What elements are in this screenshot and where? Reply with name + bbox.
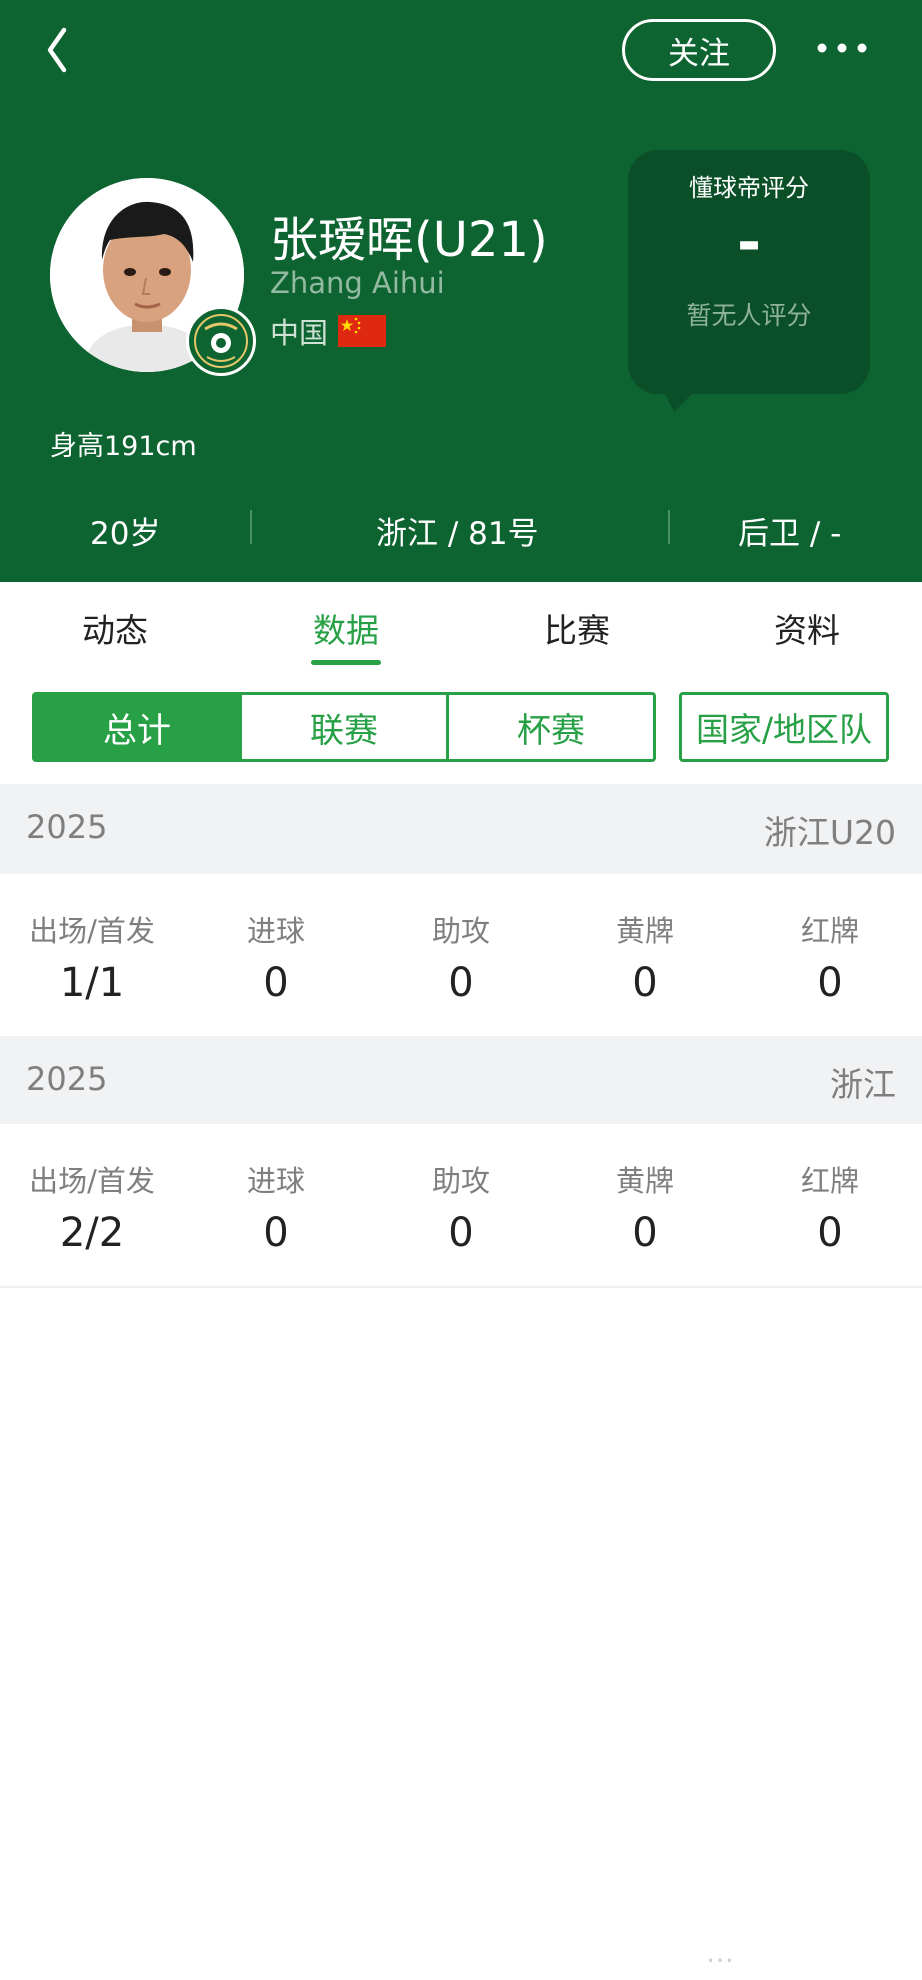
stat-label: 进球 (246, 1164, 305, 1198)
tab-news[interactable]: 动态 (50, 604, 180, 652)
chevron-left-icon (47, 27, 67, 73)
stat-label: 进球 (246, 914, 305, 948)
rating-bubble-tail (662, 388, 698, 412)
stat-label: 黄牌 (615, 1164, 674, 1198)
season-year: 2025 (26, 808, 108, 846)
profile-tabs: 动态 数据 比赛 资料 (0, 582, 922, 672)
rating-title: 懂球帝评分 (689, 174, 809, 202)
stat-value: 1/1 (59, 960, 125, 1006)
segment-cup[interactable]: 杯赛 (446, 692, 656, 762)
profile-header: 关注 张瑷晖(U21) Zhang Aihui 中国 身高191cm 懂球帝评分… (0, 0, 922, 582)
player-name: 张瑷晖(U21) (270, 212, 548, 268)
season-team: 浙江 (830, 1065, 896, 1104)
segment-total[interactable]: 总计 (32, 692, 242, 762)
season-team: 浙江U20 (763, 813, 896, 852)
stat-label: 助攻 (431, 1164, 490, 1198)
follow-button[interactable]: 关注 (622, 19, 776, 81)
player-height: 身高191cm (50, 431, 197, 462)
stat-value: 0 (632, 1210, 658, 1256)
stat-label: 助攻 (431, 914, 490, 948)
player-name-latin: Zhang Aihui (270, 266, 445, 300)
stat-label: 红牌 (800, 914, 859, 948)
season-header: 2025 浙江 (0, 1036, 922, 1126)
stat-value: 0 (263, 1210, 289, 1256)
player-age: 20岁 (90, 516, 161, 552)
season-header: 2025 浙江U20 (0, 784, 922, 874)
segment-league[interactable]: 联赛 (239, 692, 449, 762)
back-button[interactable] (38, 22, 88, 78)
rating-note: 暂无人评分 (686, 301, 812, 330)
stat-value: 0 (263, 960, 289, 1006)
club-badge-icon (186, 306, 256, 376)
stat-label: 红牌 (800, 1164, 859, 1198)
season-year: 2025 (26, 1060, 108, 1098)
stat-value: 0 (448, 960, 474, 1006)
player-info-row: 20岁 浙江 / 81号 后卫 / - (0, 500, 922, 560)
stats-row: 出场/首发 2/2 进球 0 助攻 0 黄牌 0 红牌 0 (0, 1124, 922, 1286)
stat-value: 0 (448, 1210, 474, 1256)
player-position: 后卫 / - (738, 516, 842, 552)
list-divider (0, 1286, 922, 1288)
rating-card[interactable]: 懂球帝评分 - 暂无人评分 (628, 150, 870, 394)
watermark: … (706, 1936, 734, 1969)
china-flag-icon (338, 315, 387, 347)
player-nationality: 中国 (270, 310, 387, 352)
stat-value: 2/2 (59, 1210, 125, 1256)
stat-value: 0 (632, 960, 658, 1006)
stats-row: 出场/首发 1/1 进球 0 助攻 0 黄牌 0 红牌 0 (0, 874, 922, 1036)
stat-value: 0 (817, 1210, 843, 1256)
info-divider (668, 510, 670, 544)
stat-label: 出场/首发 (29, 914, 155, 948)
stat-label: 出场/首发 (29, 1164, 155, 1198)
tab-data[interactable]: 数据 (281, 604, 411, 652)
ellipsis-icon (817, 43, 867, 53)
tab-matches[interactable]: 比赛 (512, 604, 642, 652)
stat-label: 黄牌 (615, 914, 674, 948)
player-team-number: 浙江 / 81号 (376, 516, 539, 552)
rating-value: - (736, 208, 762, 276)
segment-national-team[interactable]: 国家/地区队 (679, 692, 889, 762)
active-tab-indicator (311, 660, 381, 665)
stat-value: 0 (817, 960, 843, 1006)
country-label: 中国 (270, 316, 329, 350)
tab-profile[interactable]: 资料 (742, 604, 872, 652)
info-divider (250, 510, 252, 544)
more-options-button[interactable] (812, 26, 872, 70)
